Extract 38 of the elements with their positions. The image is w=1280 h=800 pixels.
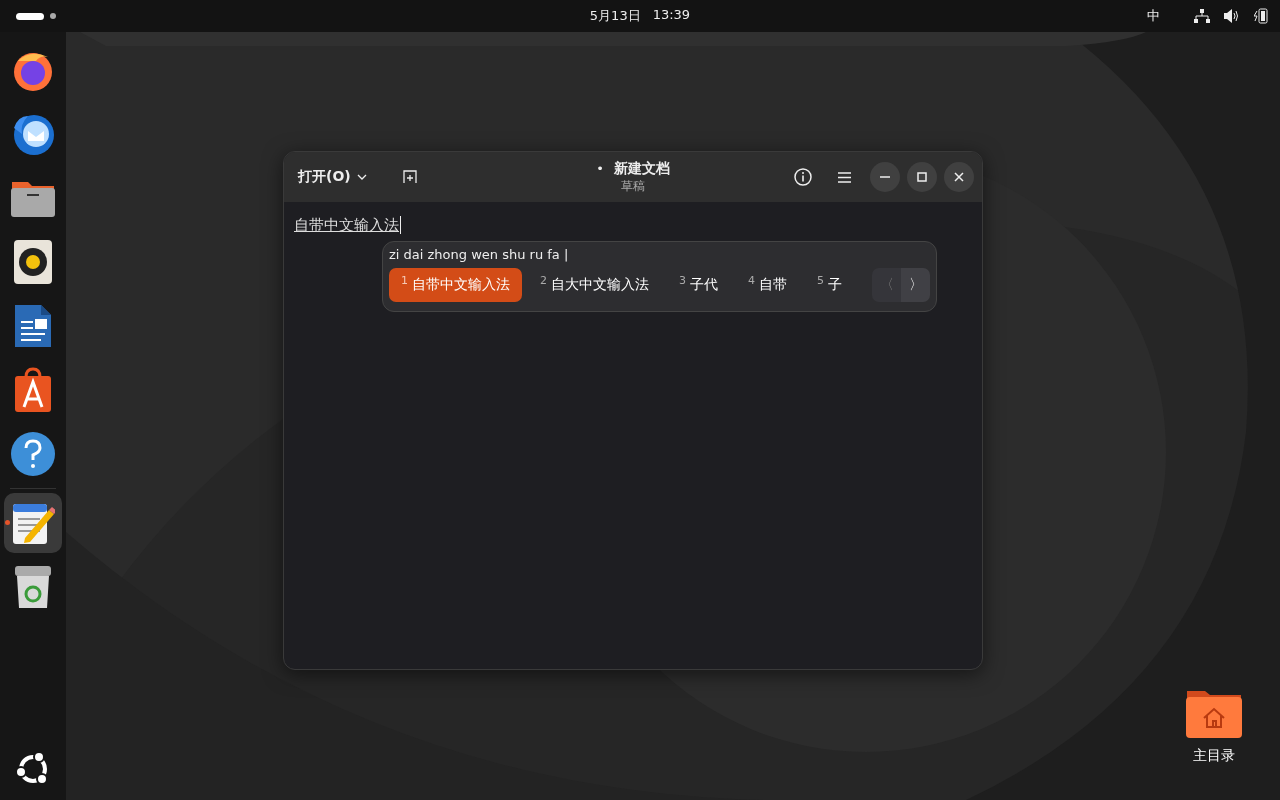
speaker-icon bbox=[13, 239, 53, 285]
candidate-item[interactable]: 1 自带中文输入法 bbox=[389, 268, 522, 302]
caret-icon bbox=[356, 174, 367, 180]
network-icon[interactable] bbox=[1194, 9, 1210, 23]
trash-icon bbox=[14, 564, 52, 610]
help-icon bbox=[10, 431, 56, 477]
shopping-bag-icon bbox=[14, 367, 52, 413]
candidate-item[interactable]: 3 子代 bbox=[667, 268, 730, 302]
maximize-button[interactable] bbox=[907, 162, 937, 192]
menu-icon bbox=[837, 171, 851, 183]
workspace-dot[interactable] bbox=[50, 13, 56, 19]
document-icon bbox=[13, 303, 53, 349]
volume-icon[interactable] bbox=[1224, 9, 1240, 23]
input-method-indicator[interactable]: 中 bbox=[1147, 7, 1160, 25]
info-icon bbox=[794, 168, 812, 186]
dock-item[interactable] bbox=[4, 493, 62, 553]
open-button[interactable]: 打开(O) bbox=[290, 162, 375, 192]
workspace-indicator[interactable] bbox=[16, 12, 44, 20]
battery-icon[interactable] bbox=[1254, 8, 1268, 24]
new-tab-icon bbox=[402, 170, 417, 184]
close-button[interactable] bbox=[944, 162, 974, 192]
minimize-icon bbox=[880, 176, 890, 178]
candidate-item[interactable]: 5 子 bbox=[805, 268, 854, 302]
window-subtitle: 草稿 bbox=[621, 177, 645, 195]
document-text[interactable]: 自带中文输入法 bbox=[294, 216, 401, 234]
maximize-icon bbox=[917, 172, 927, 182]
folder-label: 主目录 bbox=[1193, 747, 1235, 765]
next-page-button[interactable]: 〉 bbox=[901, 268, 930, 302]
minimize-button[interactable] bbox=[870, 162, 900, 192]
close-icon bbox=[954, 172, 964, 182]
home-folder-icon bbox=[1185, 689, 1243, 739]
modified-mark: • bbox=[596, 161, 604, 176]
candidate-item[interactable]: 2 自大中文输入法 bbox=[528, 268, 661, 302]
window-title: 新建文档 bbox=[613, 159, 670, 178]
running-indicator bbox=[5, 520, 10, 525]
clock-button[interactable]: 5月13日 13:39 bbox=[581, 3, 699, 29]
candidate-item[interactable]: 4 自带 bbox=[736, 268, 799, 302]
preedit-text: zi dai zhong wen shu ru fa | bbox=[389, 247, 570, 262]
